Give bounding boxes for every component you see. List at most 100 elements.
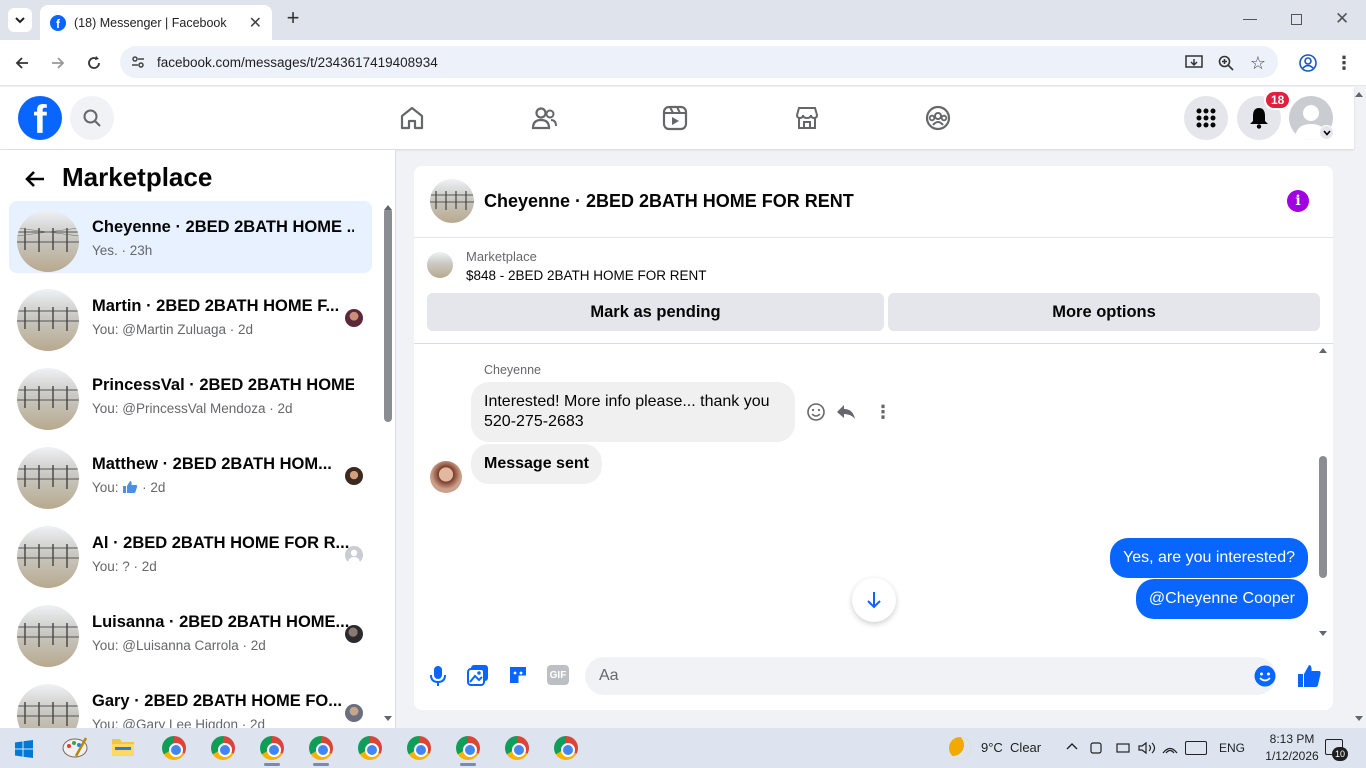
listing-title[interactable]: $848 - 2BED 2BATH HOME FOR RENT bbox=[466, 268, 707, 283]
account-chevron-icon[interactable] bbox=[1319, 125, 1334, 140]
chrome-profile-icon[interactable] bbox=[505, 736, 529, 760]
conversation-item[interactable]: Gary · 2BED 2BATH HOME FO... You: @Gary … bbox=[9, 675, 372, 728]
site-info-icon[interactable] bbox=[130, 54, 146, 73]
clock-date[interactable]: 1/12/2026 bbox=[1258, 749, 1326, 763]
browser-menu-icon[interactable]: ⋮ bbox=[1332, 51, 1356, 75]
chrome-profile-icon[interactable] bbox=[309, 736, 333, 766]
profile-icon[interactable] bbox=[1296, 51, 1320, 75]
listing-thumbnail bbox=[17, 210, 79, 272]
chrome-profile-icon[interactable] bbox=[211, 736, 235, 760]
system-tray-icons[interactable] bbox=[1090, 740, 1180, 756]
chrome-icon[interactable] bbox=[162, 736, 186, 760]
read-receipt-avatar bbox=[345, 704, 363, 722]
video-icon[interactable] bbox=[660, 103, 690, 133]
weather-text[interactable]: 9°C Clear bbox=[981, 740, 1041, 755]
more-actions-icon[interactable]: ⋮ bbox=[874, 402, 892, 423]
more-options-button[interactable]: More options bbox=[888, 293, 1320, 331]
scroll-down-arrow-icon[interactable] bbox=[1319, 631, 1327, 636]
sticker-icon[interactable] bbox=[507, 664, 529, 691]
paint-app-icon[interactable] bbox=[62, 736, 88, 760]
read-receipt-avatar bbox=[345, 309, 363, 327]
chat-listing-avatar[interactable] bbox=[430, 179, 474, 223]
chrome-profile-icon[interactable] bbox=[358, 736, 382, 760]
conversation-item[interactable]: Cheyenne · 2BED 2BATH HOME ... Yes. · 23… bbox=[9, 201, 372, 273]
menu-button[interactable] bbox=[1184, 96, 1228, 140]
sender-avatar[interactable] bbox=[430, 461, 462, 493]
chrome-profile-icon[interactable] bbox=[456, 736, 480, 766]
zoom-icon[interactable] bbox=[1214, 51, 1238, 75]
incoming-message[interactable]: Message sent bbox=[471, 444, 602, 484]
restore-window-button[interactable] bbox=[1291, 14, 1302, 25]
search-icon bbox=[83, 109, 101, 127]
language-indicator[interactable]: ENG bbox=[1219, 741, 1245, 755]
close-tab-icon[interactable]: ✕ bbox=[249, 13, 262, 33]
preview-prefix: You: bbox=[92, 480, 119, 495]
browser-tab-messenger[interactable]: f (18) Messenger | Facebook ✕ bbox=[40, 5, 272, 40]
bookmark-star-icon[interactable]: ☆ bbox=[1246, 51, 1270, 75]
conversation-list-scrollbar[interactable] bbox=[384, 208, 392, 422]
mark-as-pending-button[interactable]: Mark as pending bbox=[427, 293, 884, 331]
outgoing-message[interactable]: Yes, are you interested? bbox=[1110, 538, 1308, 578]
chat-panel: Cheyenne · 2BED 2BATH HOME FOR RENT i Ma… bbox=[414, 166, 1333, 710]
minimize-window-button[interactable] bbox=[1243, 19, 1257, 20]
forward-arrow-icon[interactable] bbox=[46, 51, 70, 75]
photo-icon[interactable] bbox=[467, 664, 489, 691]
microphone-icon[interactable] bbox=[428, 665, 448, 692]
close-window-button[interactable]: ✕ bbox=[1335, 9, 1349, 29]
weather-moon-icon[interactable] bbox=[949, 737, 971, 759]
listing-thumbnail[interactable] bbox=[427, 252, 453, 278]
reload-icon[interactable] bbox=[82, 51, 106, 75]
search-button[interactable] bbox=[70, 96, 114, 140]
back-arrow-icon[interactable] bbox=[10, 51, 34, 75]
conversation-preview: You: @Gary Lee Higdon · 2d bbox=[92, 717, 266, 728]
scroll-up-arrow-icon[interactable] bbox=[1319, 348, 1327, 353]
scroll-to-bottom-button[interactable] bbox=[852, 578, 896, 622]
home-icon[interactable] bbox=[397, 103, 427, 133]
conversation-name: Al · 2BED 2BATH HOME FOR R... bbox=[92, 534, 350, 552]
emoji-icon[interactable] bbox=[1254, 665, 1276, 692]
outgoing-message[interactable]: @Cheyenne Cooper bbox=[1135, 579, 1308, 619]
chrome-profile-icon[interactable] bbox=[407, 736, 431, 760]
marketplace-icon[interactable] bbox=[792, 103, 822, 133]
chrome-profile-icon[interactable] bbox=[554, 736, 578, 760]
tab-title: (18) Messenger | Facebook bbox=[74, 15, 227, 30]
message-input[interactable] bbox=[585, 657, 1276, 695]
message-text: Message sent bbox=[484, 455, 589, 472]
page-scroll-up-arrow-icon[interactable] bbox=[1355, 92, 1363, 97]
scroll-down-arrow-icon[interactable] bbox=[384, 716, 392, 721]
file-explorer-icon[interactable] bbox=[111, 736, 135, 760]
conversation-item[interactable]: Luisanna · 2BED 2BATH HOME... You: @Luis… bbox=[9, 596, 372, 668]
show-hidden-icons-chevron-icon[interactable] bbox=[1066, 740, 1078, 758]
address-bar[interactable]: facebook.com/messages/t/2343617419408934 bbox=[120, 46, 1278, 78]
facebook-logo[interactable]: f bbox=[18, 96, 62, 140]
conversation-item[interactable]: Al · 2BED 2BATH HOME FOR R... You: ? · 2… bbox=[9, 517, 372, 589]
chat-title[interactable]: Cheyenne · 2BED 2BATH HOME FOR RENT bbox=[484, 191, 854, 212]
new-tab-button[interactable]: + bbox=[282, 7, 304, 30]
tab-search-button[interactable] bbox=[8, 8, 32, 32]
info-icon[interactable]: i bbox=[1287, 190, 1309, 212]
clock-time[interactable]: 8:13 PM bbox=[1262, 732, 1322, 746]
message-list-scrollbar[interactable] bbox=[1319, 456, 1327, 578]
windows-start-icon[interactable] bbox=[15, 740, 33, 763]
gif-icon[interactable]: GIF bbox=[547, 665, 569, 685]
react-emoji-icon[interactable] bbox=[806, 402, 826, 427]
conversation-name: Luisanna · 2BED 2BATH HOME... bbox=[92, 613, 350, 631]
incoming-message[interactable]: Interested! More info please... thank yo… bbox=[471, 382, 795, 442]
friends-icon[interactable] bbox=[529, 103, 559, 133]
scroll-up-arrow-icon[interactable] bbox=[384, 205, 392, 210]
listing-thumbnail bbox=[17, 368, 79, 430]
conversation-item[interactable]: Matthew · 2BED 2BATH HOM... You: · 2d bbox=[9, 438, 372, 510]
back-arrow-icon[interactable] bbox=[22, 166, 48, 192]
listing-thumbnail bbox=[17, 289, 79, 351]
reply-icon[interactable] bbox=[836, 402, 856, 427]
groups-icon[interactable] bbox=[923, 103, 953, 133]
conversation-item[interactable]: PrincessVal · 2BED 2BATH HOME... You: @P… bbox=[9, 359, 372, 431]
conversation-item[interactable]: Martin · 2BED 2BATH HOME F... You: @Mart… bbox=[9, 280, 372, 352]
chat-header: Cheyenne · 2BED 2BATH HOME FOR RENT i bbox=[414, 166, 1333, 238]
install-app-icon[interactable] bbox=[1182, 51, 1206, 75]
thumbs-up-send-icon[interactable] bbox=[1296, 663, 1322, 694]
keyboard-icon[interactable] bbox=[1185, 741, 1207, 755]
chrome-profile-icon[interactable] bbox=[260, 736, 284, 766]
page-scroll-down-arrow-icon[interactable] bbox=[1355, 716, 1363, 721]
conversation-preview: You: @Luisanna Carrola · 2d bbox=[92, 638, 266, 653]
